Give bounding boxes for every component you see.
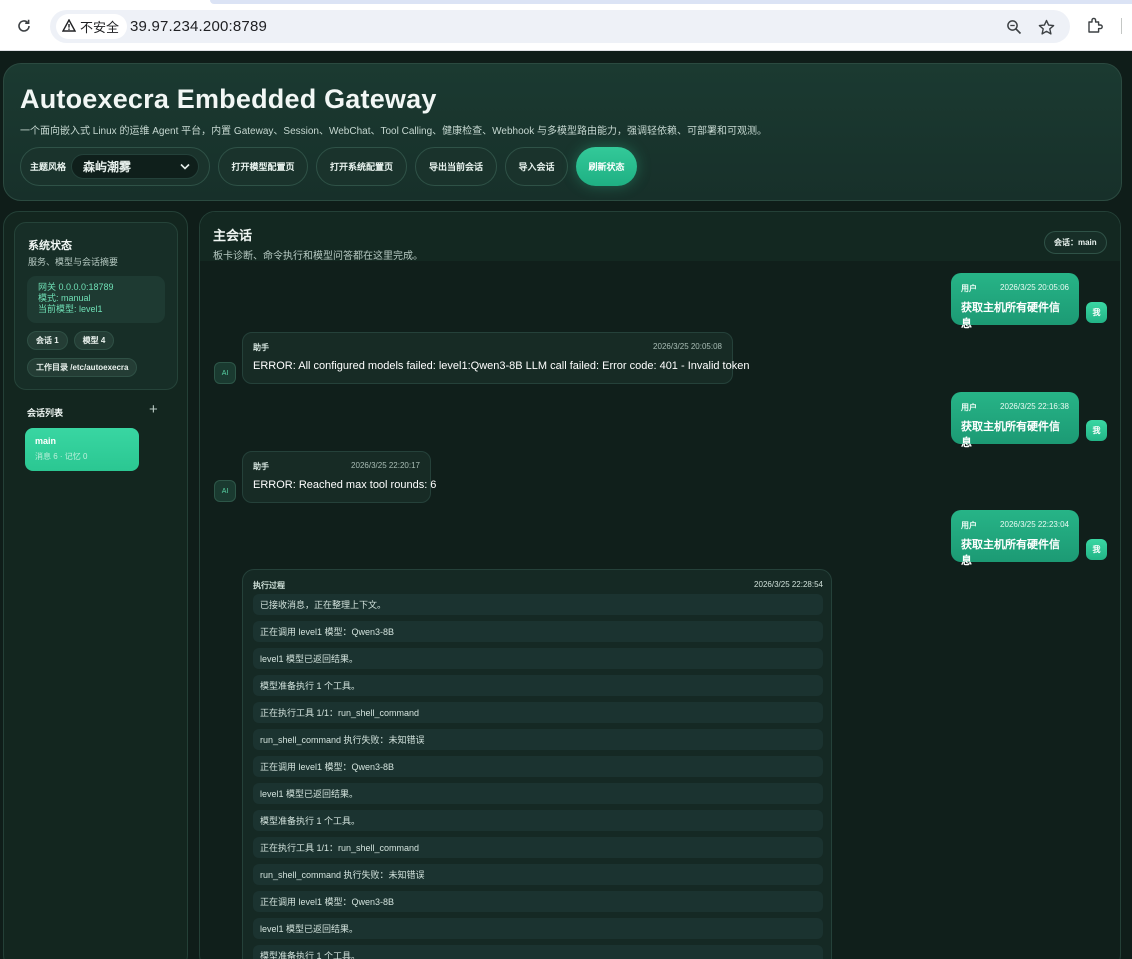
chat-title: 主会话: [213, 228, 253, 243]
browser-toolbar: 不安全 39.97.234.200:8789: [0, 0, 1132, 51]
open-model-config-button[interactable]: 打开模型配置页: [218, 146, 308, 186]
current-model-line: 当前模型: level1: [38, 304, 103, 314]
execution-label: 执行过程: [253, 581, 285, 590]
url-text[interactable]: 39.97.234.200:8789: [130, 18, 267, 35]
execution-step: 已接收消息，正在整理上下文。: [253, 594, 823, 615]
assistant-message: 助手 2026/3/25 20:05:08 ERROR: All configur…: [242, 332, 750, 384]
bookmark-star-icon[interactable]: [1036, 17, 1056, 37]
session-badge: 会话：main: [1044, 231, 1107, 254]
theme-select-value: 森屿潮雾: [83, 159, 132, 174]
execution-step: 正在执行工具 1/1：run_shell_command: [253, 702, 823, 723]
execution-step: run_shell_command 执行失败：未知错误: [253, 864, 823, 885]
message-time: 2026/3/25 20:05:06: [1000, 283, 1069, 292]
app-header: Autoexecra Embedded Gateway 一个面向嵌入式 Linu…: [3, 63, 1122, 201]
theme-label: 主题风格: [30, 161, 67, 172]
chat-panel: 主会话 板卡诊断、命令执行和模型问答都在这里完成。 会话：main 用户 2026…: [199, 211, 1121, 959]
sessions-list-title: 会话列表: [27, 408, 64, 418]
execution-step: 模型准备执行 1 个工具。: [253, 810, 823, 831]
mode-line: 模式: manual: [38, 293, 91, 303]
extensions-icon[interactable]: [1086, 16, 1106, 36]
gateway-info: 网关 0.0.0.0:18789 模式: manual 当前模型: level1: [27, 276, 165, 323]
message-role: 助手: [253, 462, 269, 471]
ai-avatar: AI: [214, 362, 236, 384]
theme-control: 主题风格 森屿潮雾: [20, 146, 210, 186]
user-avatar: 我: [1086, 302, 1107, 323]
import-session-button[interactable]: 导入会话: [505, 146, 568, 186]
message-text: 获取主机所有硬件信息: [961, 302, 1060, 330]
open-system-config-button[interactable]: 打开系统配置页: [316, 146, 407, 186]
message-time: 2026/3/25 20:05:08: [653, 342, 722, 351]
security-label: 不安全: [80, 20, 120, 35]
ai-avatar: AI: [214, 480, 236, 502]
status-chips: 会话 1 模型 4: [27, 331, 115, 350]
sessions-count-chip: 会话 1: [27, 331, 68, 350]
message-text: 获取主机所有硬件信息: [961, 539, 1060, 567]
execution-time: 2026/3/25 22:28:54: [754, 580, 823, 589]
execution-header: 执行过程 2026/3/25 22:28:54: [253, 580, 823, 591]
page-subtitle: 一个面向嵌入式 Linux 的运维 Agent 平台，内置 Gateway、Se…: [20, 126, 768, 137]
message-text: ERROR: All configured models failed: lev…: [253, 360, 750, 372]
status-subtitle: 服务、模型与会话摘要: [28, 257, 119, 267]
warning-icon: [61, 18, 77, 35]
tab-strip: [210, 0, 1132, 4]
message-time: 2026/3/25 22:20:17: [351, 461, 420, 470]
workdir-row: 工作目录 /etc/autoexecra: [27, 358, 138, 377]
user-message: 用户 2026/3/25 22:23:04 获取主机所有硬件信息: [951, 510, 1079, 567]
reload-icon[interactable]: [12, 14, 36, 38]
zoom-icon[interactable]: [1004, 17, 1024, 37]
message-time: 2026/3/25 22:23:04: [1000, 520, 1069, 529]
models-count-chip: 模型 4: [73, 331, 115, 350]
theme-select[interactable]: 森屿潮雾: [71, 153, 200, 179]
user-message: 用户 2026/3/25 20:05:06 获取主机所有硬件信息: [951, 273, 1079, 330]
execution-process-card: 执行过程 2026/3/25 22:28:54 已接收消息，正在整理上下文。 正…: [242, 569, 832, 959]
message-role: 助手: [253, 343, 269, 352]
execution-step: level1 模型已返回结果。: [253, 783, 823, 804]
session-name: main: [35, 436, 57, 446]
execution-step: run_shell_command 执行失败：未知错误: [253, 729, 823, 750]
execution-step: 模型准备执行 1 个工具。: [253, 945, 823, 959]
sidebar: 系统状态 服务、模型与会话摘要 网关 0.0.0.0:18789 模式: man…: [3, 211, 188, 959]
session-item-main[interactable]: main 消息 6 · 记忆 0: [25, 428, 139, 471]
user-avatar: 我: [1086, 539, 1107, 560]
user-avatar: 我: [1086, 420, 1107, 441]
status-title: 系统状态: [28, 240, 72, 252]
chat-header: 主会话 板卡诊断、命令执行和模型问答都在这里完成。 会话：main: [200, 212, 1120, 262]
export-session-button[interactable]: 导出当前会话: [415, 146, 497, 186]
chevron-down-icon: [180, 159, 190, 173]
workdir-chip: 工作目录 /etc/autoexecra: [27, 358, 138, 377]
chat-subtitle: 板卡诊断、命令执行和模型问答都在这里完成。: [213, 251, 423, 262]
execution-step: 正在调用 level1 模型：Qwen3-8B: [253, 891, 823, 912]
session-meta: 消息 6 · 记忆 0: [35, 452, 88, 461]
message-role: 用户: [961, 403, 977, 412]
header-toolbar: 主题风格 森屿潮雾 打开模型配置页 打开系统配置页 导出当前会话 导入会话 刷新…: [20, 146, 637, 186]
execution-step: level1 模型已返回结果。: [253, 918, 823, 939]
message-role: 用户: [961, 284, 977, 293]
message-time: 2026/3/25 22:16:38: [1000, 402, 1069, 411]
message-role: 用户: [961, 521, 977, 530]
execution-step: 模型准备执行 1 个工具。: [253, 675, 823, 696]
address-bar[interactable]: 不安全 39.97.234.200:8789: [50, 10, 1070, 43]
page-title: Autoexecra Embedded Gateway: [20, 84, 437, 114]
user-message: 用户 2026/3/25 22:16:38 获取主机所有硬件信息: [951, 392, 1079, 449]
add-session-button[interactable]: +: [149, 402, 158, 417]
message-text: 获取主机所有硬件信息: [961, 421, 1060, 449]
system-status-card: 系统状态 服务、模型与会话摘要 网关 0.0.0.0:18789 模式: man…: [14, 222, 178, 390]
assistant-message: 助手 2026/3/25 22:20:17 ERROR: Reached max …: [242, 451, 437, 503]
security-indicator[interactable]: 不安全: [56, 14, 128, 39]
refresh-status-button[interactable]: 刷新状态: [576, 146, 637, 186]
execution-step: level1 模型已返回结果。: [253, 648, 823, 669]
execution-step: 正在调用 level1 模型：Qwen3-8B: [253, 621, 823, 642]
gateway-line: 网关 0.0.0.0:18789: [38, 282, 114, 292]
toolbar-divider: [1121, 18, 1122, 34]
execution-step: 正在执行工具 1/1：run_shell_command: [253, 837, 823, 858]
execution-step: 正在调用 level1 模型：Qwen3-8B: [253, 756, 823, 777]
message-text: ERROR: Reached max tool rounds: 6: [253, 479, 437, 491]
